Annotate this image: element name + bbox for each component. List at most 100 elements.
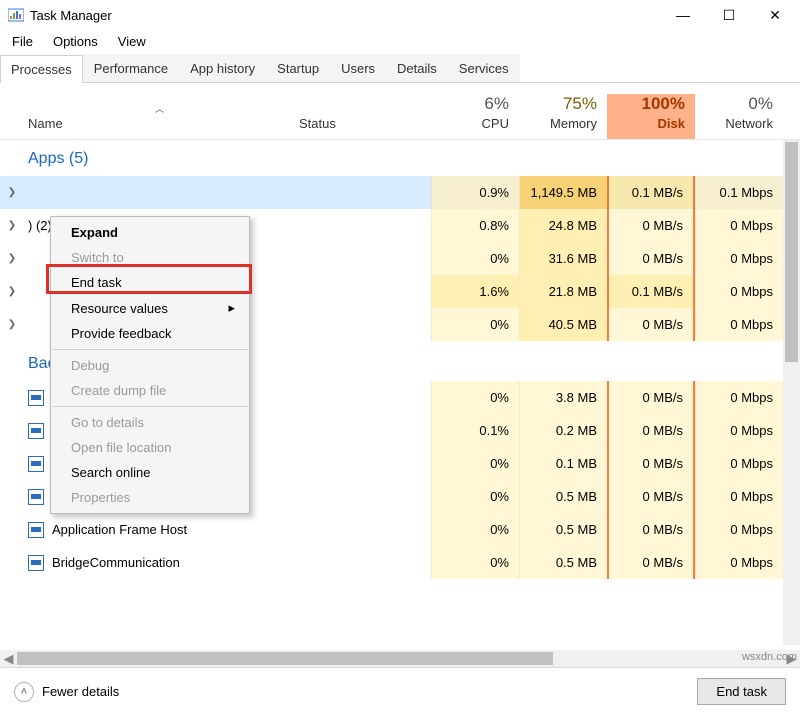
cell-memory: 40.5 MB xyxy=(519,308,607,341)
header-status[interactable]: Status xyxy=(299,116,431,139)
header-disk[interactable]: 100% Disk xyxy=(607,94,695,139)
scroll-left-icon[interactable]: ◀ xyxy=(0,650,17,667)
cell-cpu: 0% xyxy=(431,546,519,579)
fewer-details-button[interactable]: ˄ Fewer details xyxy=(14,682,119,702)
cell-network: 0 Mbps xyxy=(695,381,783,414)
context-menu-item[interactable]: Search online xyxy=(51,460,249,485)
menu-options[interactable]: Options xyxy=(45,32,106,51)
horizontal-scrollbar[interactable]: ◀ ▶ xyxy=(0,650,800,667)
app-icon xyxy=(28,390,44,406)
context-menu-item: Create dump file xyxy=(51,378,249,403)
cell-network: 0 Mbps xyxy=(695,242,783,275)
maximize-button[interactable]: ☐ xyxy=(706,0,752,30)
cell-disk: 0 MB/s xyxy=(607,381,695,414)
tab-bar: Processes Performance App history Startu… xyxy=(0,54,800,83)
cell-memory: 0.5 MB xyxy=(519,513,607,546)
submenu-chevron-icon: ▸ xyxy=(228,300,235,316)
cell-network: 0 Mbps xyxy=(695,275,783,308)
cell-cpu: 0.8% xyxy=(431,209,519,242)
cell-network: 0 Mbps xyxy=(695,447,783,480)
context-menu: ExpandSwitch toEnd taskResource values▸P… xyxy=(50,216,250,514)
cell-disk: 0 MB/s xyxy=(607,513,695,546)
header-cpu[interactable]: 6% CPU xyxy=(431,94,519,139)
cell-disk: 0 MB/s xyxy=(607,308,695,341)
column-headers: ︿ Name Status 6% CPU 75% Memory 100% Dis… xyxy=(0,84,800,140)
cell-network: 0 Mbps xyxy=(695,308,783,341)
cell-memory: 31.6 MB xyxy=(519,242,607,275)
tab-processes[interactable]: Processes xyxy=(0,55,83,83)
cell-network: 0 Mbps xyxy=(695,209,783,242)
context-menu-item[interactable]: End task xyxy=(51,270,249,295)
tab-services[interactable]: Services xyxy=(448,54,520,82)
cell-memory: 0.5 MB xyxy=(519,546,607,579)
h-scrollbar-thumb[interactable] xyxy=(17,652,553,665)
cell-memory: 0.2 MB xyxy=(519,414,607,447)
cell-cpu: 0% xyxy=(431,447,519,480)
vertical-scrollbar[interactable] xyxy=(783,140,800,645)
app-icon xyxy=(28,423,44,439)
context-menu-item[interactable]: Resource values▸ xyxy=(51,295,249,321)
cell-memory: 24.8 MB xyxy=(519,209,607,242)
cell-cpu: 0% xyxy=(431,480,519,513)
cell-network: 0 Mbps xyxy=(695,513,783,546)
chevron-up-icon: ˄ xyxy=(14,682,34,702)
minimize-button[interactable]: — xyxy=(660,0,706,30)
expand-chevron-icon[interactable]: ❯ xyxy=(0,220,24,231)
expand-chevron-icon[interactable]: ❯ xyxy=(0,286,24,297)
menu-bar: File Options View xyxy=(0,30,800,52)
app-icon xyxy=(28,489,44,505)
context-menu-item[interactable]: Provide feedback xyxy=(51,321,249,346)
tab-app-history[interactable]: App history xyxy=(179,54,266,82)
context-menu-item: Debug xyxy=(51,353,249,378)
cell-cpu: 0% xyxy=(431,381,519,414)
table-row[interactable]: Application Frame Host 0%0.5 MB0 MB/s0 Mb… xyxy=(0,513,800,546)
tab-performance[interactable]: Performance xyxy=(83,54,179,82)
cell-cpu: 0% xyxy=(431,242,519,275)
context-menu-item: Open file location xyxy=(51,435,249,460)
cell-network: 0 Mbps xyxy=(695,414,783,447)
sort-chevron-icon: ︿ xyxy=(28,102,291,116)
expand-chevron-icon[interactable]: ❯ xyxy=(0,319,24,330)
expand-chevron-icon[interactable]: ❯ xyxy=(0,187,24,198)
table-row[interactable]: BridgeCommunication 0%0.5 MB0 MB/s0 Mbps xyxy=(0,546,800,579)
cell-disk: 0 MB/s xyxy=(607,447,695,480)
context-menu-item: Properties xyxy=(51,485,249,510)
cell-network: 0 Mbps xyxy=(695,480,783,513)
context-menu-item[interactable]: Expand xyxy=(51,220,249,245)
end-task-button[interactable]: End task xyxy=(697,678,786,705)
cell-disk: 0 MB/s xyxy=(607,209,695,242)
cell-disk: 0.1 MB/s xyxy=(607,275,695,308)
cell-disk: 0 MB/s xyxy=(607,242,695,275)
expand-chevron-icon[interactable]: ❯ xyxy=(0,253,24,264)
cell-memory: 3.8 MB xyxy=(519,381,607,414)
tab-startup[interactable]: Startup xyxy=(266,54,330,82)
window-title: Task Manager xyxy=(30,8,112,23)
cell-cpu: 0% xyxy=(431,308,519,341)
cell-cpu: 0.1% xyxy=(431,414,519,447)
table-row[interactable]: ❯0.9%1,149.5 MB0.1 MB/s0.1 Mbps xyxy=(0,176,800,209)
app-icon xyxy=(28,555,44,571)
process-name: BridgeCommunication xyxy=(24,555,291,571)
cell-cpu: 1.6% xyxy=(431,275,519,308)
cell-cpu: 0% xyxy=(431,513,519,546)
cell-network: 0 Mbps xyxy=(695,546,783,579)
header-memory[interactable]: 75% Memory xyxy=(519,94,607,139)
process-name: Application Frame Host xyxy=(24,522,291,538)
cell-cpu: 0.9% xyxy=(431,176,519,209)
cell-disk: 0 MB/s xyxy=(607,546,695,579)
cell-memory: 1,149.5 MB xyxy=(519,176,607,209)
scrollbar-thumb[interactable] xyxy=(785,142,798,362)
context-menu-separator xyxy=(52,349,248,350)
cell-disk: 0 MB/s xyxy=(607,480,695,513)
header-network[interactable]: 0% Network xyxy=(695,94,783,139)
cell-disk: 0 MB/s xyxy=(607,414,695,447)
tab-users[interactable]: Users xyxy=(330,54,386,82)
menu-file[interactable]: File xyxy=(4,32,41,51)
cell-memory: 21.8 MB xyxy=(519,275,607,308)
menu-view[interactable]: View xyxy=(110,32,154,51)
cell-network: 0.1 Mbps xyxy=(695,176,783,209)
close-button[interactable]: ✕ xyxy=(752,0,798,30)
tab-details[interactable]: Details xyxy=(386,54,448,82)
group-apps[interactable]: Apps (5) xyxy=(0,140,800,176)
header-name[interactable]: Name xyxy=(28,116,291,139)
